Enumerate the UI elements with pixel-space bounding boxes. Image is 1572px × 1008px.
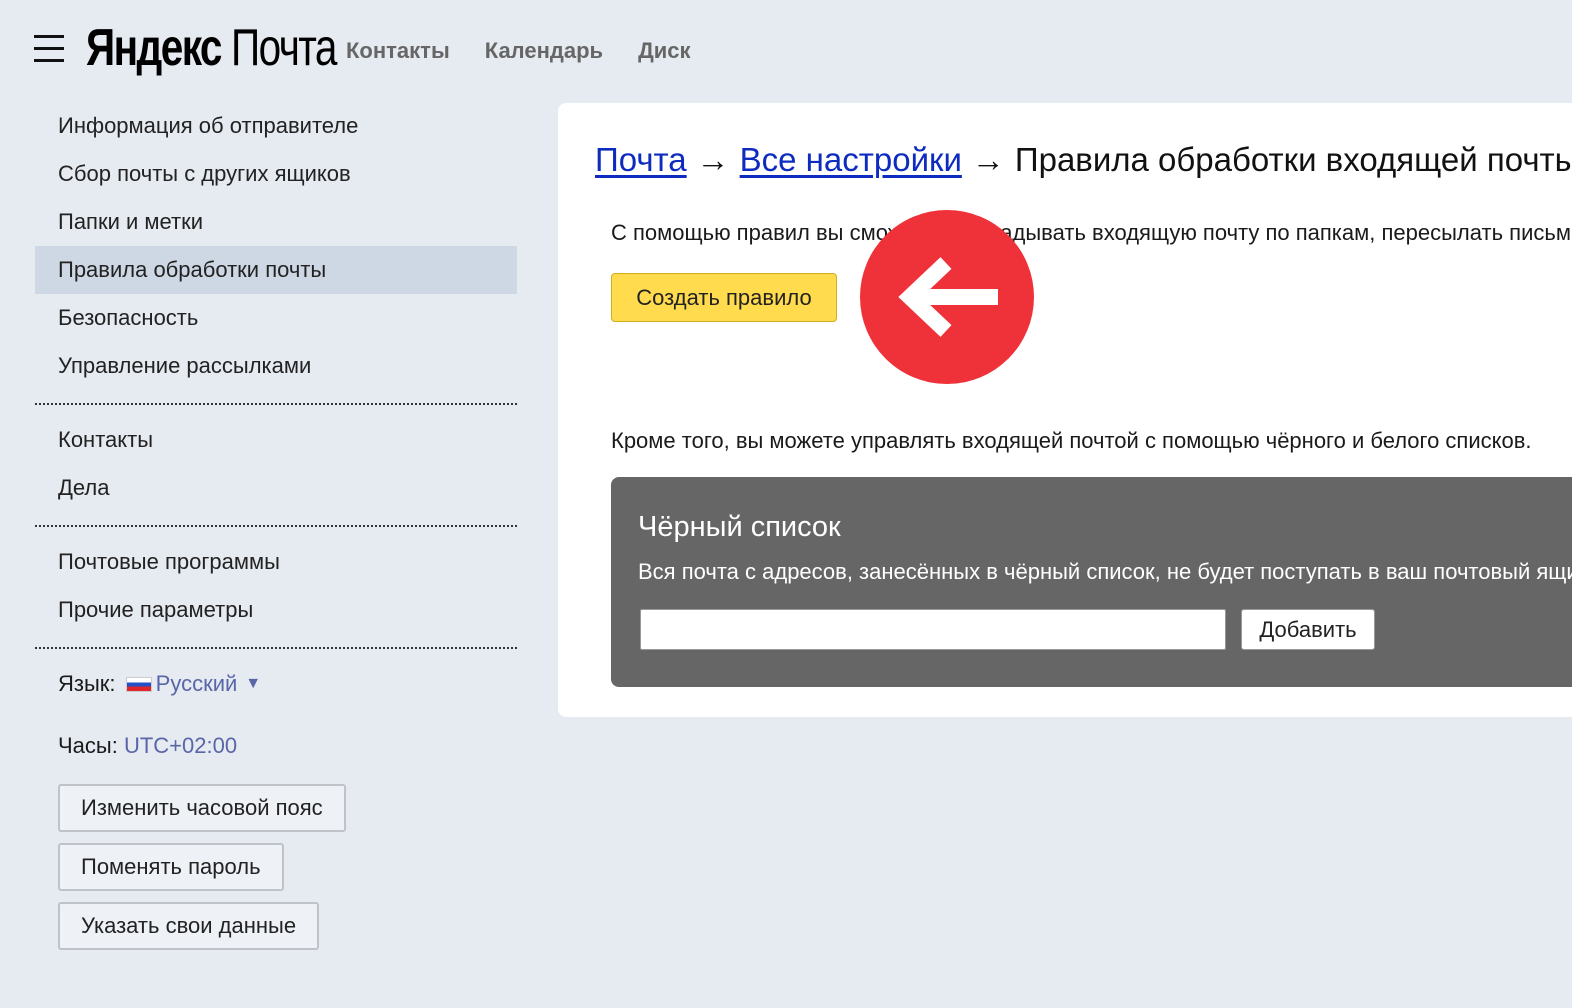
create-rule-button[interactable]: Создать правило bbox=[611, 273, 837, 322]
logo-brand: Яндекс bbox=[86, 19, 222, 77]
breadcrumb-mail-link[interactable]: Почта bbox=[595, 141, 687, 178]
sidebar-item-subscriptions[interactable]: Управление рассылками bbox=[35, 342, 517, 390]
sidebar-item-security[interactable]: Безопасность bbox=[35, 294, 517, 342]
breadcrumb-separator: → bbox=[971, 141, 1005, 178]
blacklist-add-button[interactable]: Добавить bbox=[1241, 609, 1375, 650]
sidebar-divider bbox=[35, 403, 517, 405]
change-password-button[interactable]: Поменять пароль bbox=[58, 843, 284, 891]
language-setting: Язык: Русский ▼ bbox=[35, 660, 517, 708]
breadcrumb: Почта → Все настройки → Правила обработки вх… bbox=[595, 141, 1572, 179]
change-timezone-button[interactable]: Изменить часовой пояс bbox=[58, 784, 346, 832]
lists-note-text: Кроме того, вы можете управлять входящей… bbox=[611, 428, 1532, 453]
page-title: Правила обработки входящей почты bbox=[1014, 141, 1572, 178]
nav-contacts[interactable]: Контакты bbox=[346, 38, 450, 64]
clock-setting: Часы: UTC+02:00 bbox=[35, 722, 517, 770]
sidebar-item-todo[interactable]: Дела bbox=[35, 464, 517, 512]
russian-flag-icon bbox=[125, 677, 152, 692]
timezone-value[interactable]: UTC+02:00 bbox=[124, 733, 237, 758]
arrow-left-icon bbox=[860, 210, 1034, 384]
breadcrumb-separator: → bbox=[696, 141, 730, 178]
settings-panel: Почта → Все настройки → Правила обработки вх… bbox=[558, 103, 1572, 717]
edit-personal-data-button[interactable]: Указать свои данные bbox=[58, 902, 320, 950]
sidebar-item-mail-collector[interactable]: Сбор почты с других ящиков bbox=[35, 150, 517, 198]
blacklist-title: Чёрный список bbox=[638, 511, 841, 543]
sidebar-item-other-settings[interactable]: Прочие параметры bbox=[35, 586, 517, 634]
sidebar-item-mail-clients[interactable]: Почтовые программы bbox=[35, 538, 517, 586]
language-selector[interactable]: Русский bbox=[156, 671, 238, 696]
breadcrumb-all-settings-link[interactable]: Все настройки bbox=[740, 141, 962, 178]
top-navigation: Контакты Календарь Диск bbox=[346, 38, 726, 64]
yandex-mail-logo[interactable]: Яндекс Почта bbox=[86, 16, 365, 80]
language-label: Язык: bbox=[58, 671, 116, 696]
sidebar-item-sender-info[interactable]: Информация об отправителе bbox=[35, 102, 517, 150]
blacklist-section: Чёрный список Вся почта с адресов, занес… bbox=[611, 477, 1572, 687]
dropdown-caret-icon[interactable]: ▼ bbox=[245, 675, 261, 692]
blacklist-address-input[interactable] bbox=[640, 609, 1226, 650]
sidebar-item-contacts[interactable]: Контакты bbox=[35, 416, 517, 464]
sidebar-divider bbox=[35, 525, 517, 527]
sidebar-divider bbox=[35, 647, 517, 649]
logo-product: Почта bbox=[230, 19, 337, 77]
settings-sidebar: Информация об отправителе Сбор почты с д… bbox=[35, 102, 517, 950]
blacklist-description: Вся почта с адресов, занесённых в чёрный… bbox=[638, 559, 1572, 584]
clock-label: Часы: bbox=[58, 733, 118, 758]
nav-calendar[interactable]: Календарь bbox=[485, 38, 603, 64]
rules-intro-text: С помощью правил вы сможете раскладывать… bbox=[611, 220, 1572, 245]
sidebar-item-mail-rules[interactable]: Правила обработки почты bbox=[35, 246, 517, 294]
menu-icon[interactable] bbox=[34, 35, 64, 63]
sidebar-item-folders-labels[interactable]: Папки и метки bbox=[35, 198, 517, 246]
nav-disk[interactable]: Диск bbox=[638, 38, 690, 64]
